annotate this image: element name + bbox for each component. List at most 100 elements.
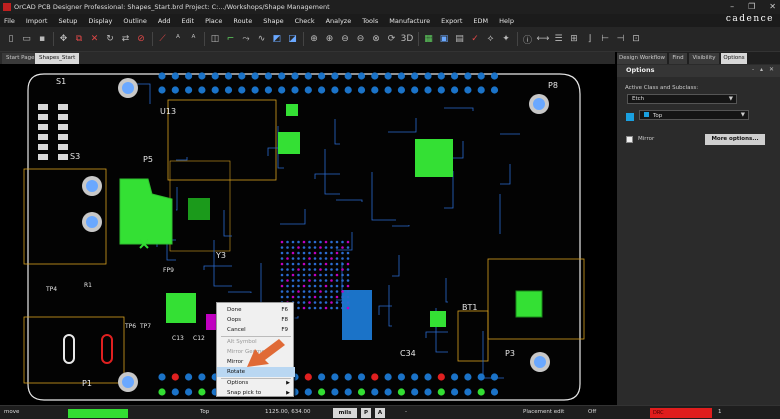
autoroute-icon[interactable]: ⊢ xyxy=(598,32,612,46)
padstack-icon[interactable]: ◫ xyxy=(208,32,222,46)
ctx-snap-pick-to[interactable]: Snap pick to ▶ xyxy=(217,388,295,398)
delay-tune-icon[interactable]: ∿ xyxy=(255,32,269,46)
header-pad xyxy=(291,72,299,80)
ctx-options[interactable]: Options ▶ xyxy=(217,378,295,388)
mirror-icon[interactable]: ⇄ xyxy=(119,32,133,46)
close-button[interactable]: ✕ xyxy=(769,2,776,11)
menu-place[interactable]: Place xyxy=(205,17,222,25)
menu-check[interactable]: Check xyxy=(295,17,315,25)
more-options-button[interactable]: More options... xyxy=(705,134,765,145)
rats-icon[interactable]: ✦ xyxy=(499,32,513,46)
toolbar-separator xyxy=(417,32,419,46)
pcb-board-drawing[interactable]: S1 U13 S3 P5 Y3 FP9 TP4 TP6 TP7 C13 C12 … xyxy=(0,64,615,405)
3d-view-icon[interactable]: 3D xyxy=(400,32,414,46)
change-text-icon[interactable]: ᴬ xyxy=(187,32,201,46)
smd-pad xyxy=(58,124,68,130)
calc-icon[interactable]: ⊞ xyxy=(567,32,581,46)
bga-ball xyxy=(313,240,317,244)
add-text-icon[interactable]: ᴬ xyxy=(171,32,185,46)
bga-ball xyxy=(291,273,295,277)
tab-find[interactable]: Find xyxy=(669,53,687,64)
drc-indicator[interactable]: DRC xyxy=(650,408,712,418)
status-units[interactable]: mils xyxy=(333,408,357,418)
add-line-icon[interactable]: ⟋ xyxy=(156,32,170,46)
measure-icon[interactable]: ⟷ xyxy=(536,32,550,46)
move-icon[interactable]: ✥ xyxy=(57,32,71,46)
minimize-button[interactable]: – xyxy=(730,2,734,11)
subclass-dropdown[interactable]: Top ▼ xyxy=(639,110,749,120)
grid-icon[interactable]: ▦ xyxy=(422,32,436,46)
status-p-button[interactable]: P xyxy=(361,408,371,418)
bga-ball xyxy=(341,284,344,288)
ctx-oops[interactable]: Oops F8 xyxy=(217,315,295,325)
connect-icon[interactable]: ⌐ xyxy=(224,32,238,46)
bga-ball xyxy=(308,273,311,277)
redraw-icon[interactable]: ⟳ xyxy=(385,32,399,46)
tab-start-page[interactable]: Start Page xyxy=(2,53,39,64)
bga-ball xyxy=(319,284,322,288)
menu-edit[interactable]: Edit xyxy=(181,17,194,25)
bga-ball xyxy=(335,262,339,266)
delete-icon[interactable]: ✕ xyxy=(88,32,102,46)
header-pad xyxy=(211,72,219,80)
menu-display[interactable]: Display xyxy=(88,17,112,25)
ctx-cancel[interactable]: Cancel F9 xyxy=(217,325,295,335)
layers-icon[interactable]: ▤ xyxy=(453,32,467,46)
tab-design-workflow[interactable]: Design Workflow xyxy=(617,53,667,64)
toolbar-separator xyxy=(52,32,54,46)
smd-pad xyxy=(38,104,48,110)
drc-count: 1 xyxy=(718,409,722,415)
open-icon[interactable]: ▭ xyxy=(20,32,34,46)
menu-setup[interactable]: Setup xyxy=(58,17,77,25)
save-icon[interactable]: ▪ xyxy=(35,32,49,46)
mirror-checkbox[interactable] xyxy=(626,136,633,143)
zoom-out-icon[interactable]: ⊖ xyxy=(338,32,352,46)
cancel-icon[interactable]: ⊘ xyxy=(134,32,148,46)
menu-analyze[interactable]: Analyze xyxy=(326,17,352,25)
restore-button[interactable]: ❐ xyxy=(748,2,755,11)
menu-file[interactable]: File xyxy=(4,17,15,25)
menu-route[interactable]: Route xyxy=(233,17,252,25)
class-dropdown[interactable]: Etch ▼ xyxy=(627,94,737,104)
zoom-in-icon[interactable]: ⊕ xyxy=(323,32,337,46)
route-icon[interactable]: ⌋ xyxy=(583,32,597,46)
report-icon[interactable]: ☰ xyxy=(552,32,566,46)
copy-icon[interactable]: ⧉ xyxy=(72,32,86,46)
color-icon[interactable]: ▣ xyxy=(437,32,451,46)
lock-icon[interactable]: ⊡ xyxy=(629,32,643,46)
zoom-fit-icon[interactable]: ⊕ xyxy=(307,32,321,46)
fanout-icon[interactable]: ⊣ xyxy=(614,32,628,46)
info-icon[interactable]: ⓘ xyxy=(521,32,535,46)
menu-manufacture[interactable]: Manufacture xyxy=(389,17,430,25)
void-icon[interactable]: ◪ xyxy=(286,32,300,46)
menu-import[interactable]: Import xyxy=(26,17,48,25)
zoom-world-icon[interactable]: ⊗ xyxy=(369,32,383,46)
zoom-prev-icon[interactable]: ⊖ xyxy=(354,32,368,46)
spin-icon[interactable]: ↻ xyxy=(103,32,117,46)
drc-icon[interactable]: ✓ xyxy=(468,32,482,46)
new-icon[interactable]: ▯ xyxy=(4,32,18,46)
menu-edm[interactable]: EDM xyxy=(473,17,488,25)
header-pad xyxy=(198,373,206,381)
ctx-done[interactable]: Done F6 xyxy=(217,305,295,315)
shape-icon[interactable]: ◩ xyxy=(270,32,284,46)
subclass-color-swatch[interactable] xyxy=(626,113,634,121)
status-a-button[interactable]: A xyxy=(375,408,385,418)
menu-tools[interactable]: Tools xyxy=(362,17,378,25)
label-p3: P3 xyxy=(505,349,515,358)
panel-controls[interactable]: - ▴ ✕ xyxy=(752,66,776,73)
slide-icon[interactable]: ⤳ xyxy=(239,32,253,46)
menu-add[interactable]: Add xyxy=(158,17,171,25)
menu-help[interactable]: Help xyxy=(499,17,514,25)
menu-export[interactable]: Export xyxy=(441,17,462,25)
panel-header: Options - ▴ ✕ xyxy=(617,65,780,77)
bga-ball xyxy=(308,251,311,255)
pcb-canvas[interactable]: S1 U13 S3 P5 Y3 FP9 TP4 TP6 TP7 C13 C12 … xyxy=(0,64,615,405)
unrats-icon[interactable]: ⟡ xyxy=(484,32,498,46)
menu-outline[interactable]: Outline xyxy=(123,17,147,25)
menu-shape[interactable]: Shape xyxy=(263,17,283,25)
tab-shapes-start[interactable]: Shapes_Start xyxy=(35,53,80,64)
tab-options[interactable]: Options xyxy=(721,53,747,64)
bga-ball xyxy=(291,279,295,282)
tab-visibility[interactable]: Visibility xyxy=(689,53,719,64)
